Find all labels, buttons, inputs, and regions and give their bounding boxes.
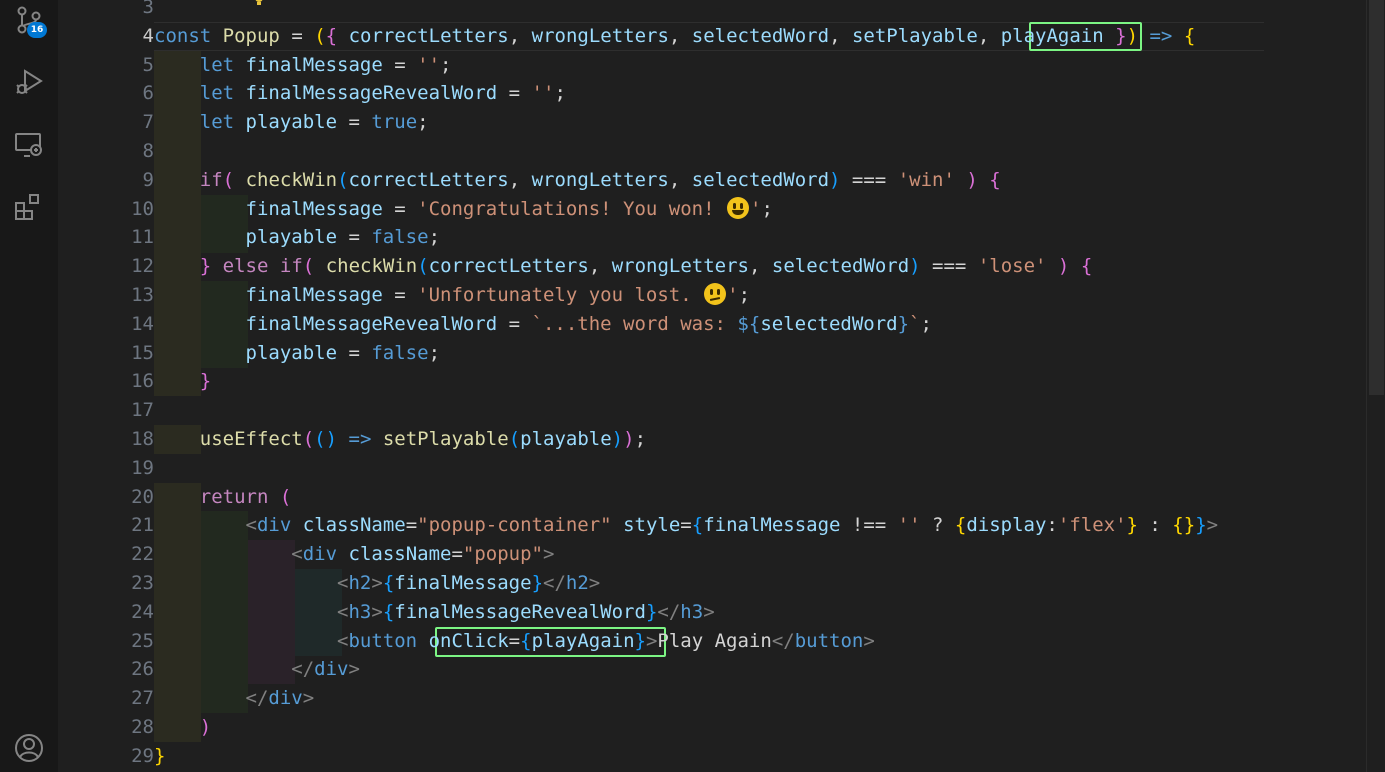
- line-number: 10: [131, 198, 154, 220]
- code-line-7: let playable = true;: [199, 111, 429, 133]
- line-number: 14: [131, 313, 154, 335]
- code-line-26: </div>: [291, 658, 360, 680]
- confused-face-emoji: [704, 283, 727, 305]
- line-number: 27: [131, 687, 154, 709]
- accounts-icon[interactable]: [13, 732, 45, 764]
- line-number: 24: [131, 601, 154, 623]
- code-editor[interactable]: 3 4 5 6 7 8 9 10 11 12 13 14 15 16 17 18…: [58, 0, 1366, 772]
- line-number: 28: [131, 716, 154, 738]
- code-line-25: <button onClick={playAgain}>Play Again</…: [337, 630, 875, 652]
- line-number: 3: [142, 0, 154, 18]
- line-number: 16: [131, 370, 154, 392]
- code-line-5: let finalMessage = '';: [199, 54, 452, 76]
- line-number: 19: [131, 457, 154, 479]
- vertical-scrollbar[interactable]: [1366, 0, 1385, 772]
- code-line-12: } else if( checkWin(correctLetters, wron…: [199, 255, 1093, 277]
- line-number: 29: [131, 745, 154, 767]
- code-line-20: return (: [199, 486, 292, 508]
- code-line-22: <div className="popup">: [291, 543, 555, 565]
- code-line-21: <div className="popup-container" style={…: [245, 514, 1219, 536]
- code-line-29: }: [154, 745, 166, 767]
- line-number: 8: [142, 140, 154, 162]
- extensions-icon[interactable]: [13, 192, 45, 224]
- line-number: 9: [142, 169, 154, 191]
- scrollbar-thumb[interactable]: [1369, 0, 1384, 395]
- activity-bar: 16: [0, 0, 58, 772]
- line-number: 11: [131, 226, 154, 248]
- line-number: 4: [142, 25, 154, 47]
- code-line-16: }: [199, 370, 212, 392]
- code-line-14: finalMessageRevealWord = `...the word wa…: [245, 313, 932, 335]
- line-number: 5: [142, 54, 154, 76]
- code-line-18: useEffect(() => setPlayable(playable));: [199, 428, 647, 450]
- code-line-15: playable = false;: [245, 342, 441, 364]
- code-text-area[interactable]: const Popup = ({ correctLetters, wrongLe…: [154, 0, 1366, 772]
- line-number: 26: [131, 658, 154, 680]
- line-number: 22: [131, 543, 154, 565]
- line-number: 23: [131, 572, 154, 594]
- line-number: 21: [131, 514, 154, 536]
- code-line-9: if( checkWin(correctLetters, wrongLetter…: [199, 169, 1001, 191]
- code-line-4: const Popup = ({ correctLetters, wrongLe…: [154, 25, 1196, 47]
- line-number: 25: [131, 630, 154, 652]
- grinning-face-emoji: [726, 197, 749, 219]
- line-number: 12: [131, 255, 154, 277]
- code-line-13: finalMessage = 'Unfortunately you lost. …: [245, 283, 751, 306]
- line-number: 18: [131, 428, 154, 450]
- code-line-28: ): [199, 716, 212, 738]
- remote-explorer-icon[interactable]: [13, 129, 45, 161]
- code-line-10: finalMessage = 'Congratulations! You won…: [245, 197, 773, 220]
- line-number: 20: [131, 486, 154, 508]
- code-line-6: let finalMessageRevealWord = '';: [199, 82, 566, 104]
- line-number: 17: [131, 399, 154, 421]
- line-number: 6: [142, 82, 154, 104]
- code-line-11: playable = false;: [245, 226, 441, 248]
- code-line-23: <h2>{finalMessage}</h2>: [337, 572, 601, 594]
- line-number-gutter: 3 4 5 6 7 8 9 10 11 12 13 14 15 16 17 18…: [58, 0, 154, 772]
- line-number: 15: [131, 342, 154, 364]
- code-line-24: <h3>{finalMessageRevealWord}</h3>: [337, 601, 715, 623]
- lightbulb-icon[interactable]: [254, 0, 264, 8]
- source-control-badge: 16: [27, 22, 47, 38]
- run-debug-icon[interactable]: [13, 66, 45, 98]
- line-number: 7: [142, 111, 154, 133]
- line-number: 13: [131, 284, 154, 306]
- code-line-27: </div>: [245, 687, 315, 709]
